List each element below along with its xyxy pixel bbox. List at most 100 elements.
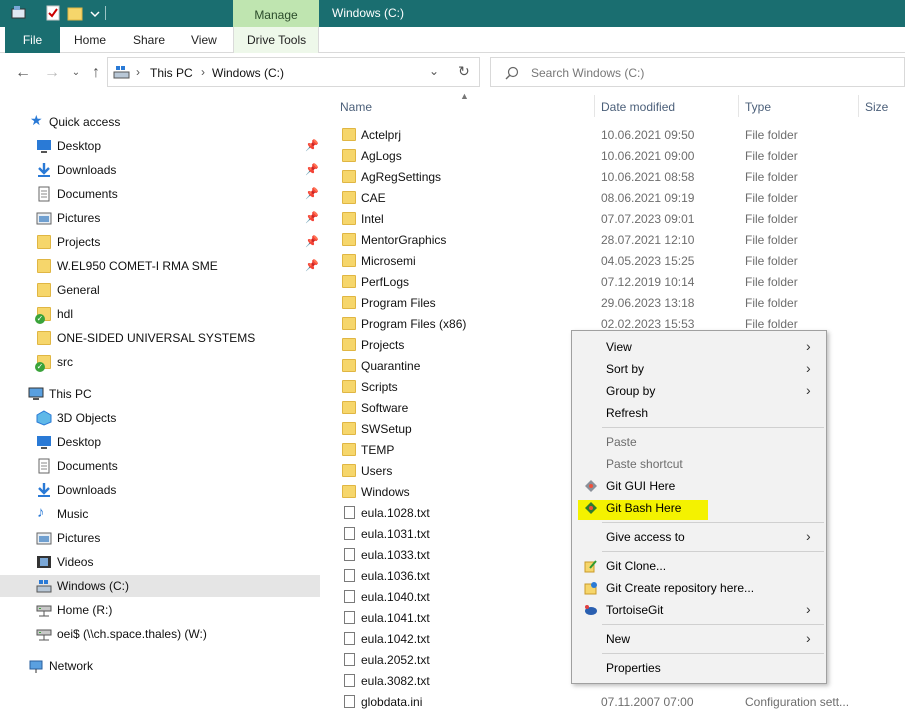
nav-item-general[interactable]: General	[0, 279, 320, 301]
nav-item-pc-pictures[interactable]: Pictures	[0, 527, 320, 549]
tab-manage[interactable]: Manage	[233, 0, 319, 27]
pin-icon[interactable]: 📌	[305, 259, 319, 272]
nav-item-pc-documents[interactable]: Documents	[0, 455, 320, 477]
column-header-date[interactable]: Date modified	[601, 100, 675, 114]
back-arrow-icon[interactable]: ←	[13, 63, 33, 83]
file-name: Quarantine	[361, 359, 421, 373]
menu-item-git-clone[interactable]: Git Clone...	[572, 555, 826, 577]
column-header-name[interactable]: Name	[340, 100, 372, 114]
column-divider[interactable]	[738, 95, 739, 117]
file-date-modified: 10.06.2021 08:58	[601, 170, 695, 184]
menu-label: Git GUI Here	[606, 479, 676, 493]
nav-item-windows-c[interactable]: Windows (C:)	[0, 575, 320, 597]
file-row[interactable]: AgLogs 10.06.2021 09:00 File folder	[323, 146, 905, 167]
column-divider[interactable]	[594, 95, 595, 117]
properties-icon[interactable]	[10, 4, 28, 22]
file-row[interactable]: CAE 08.06.2021 09:19 File folder	[323, 188, 905, 209]
file-row[interactable]: Microsemi 04.05.2023 15:25 File folder	[323, 251, 905, 272]
file-date-modified: 07.11.2007 07:00	[601, 695, 694, 709]
menu-item-new[interactable]: New ›	[572, 628, 826, 650]
folder-icon	[342, 317, 356, 330]
nav-item-one-sided[interactable]: ONE-SIDED UNIVERSAL SYSTEMS	[0, 327, 320, 349]
menu-label: View	[606, 340, 632, 354]
nav-item-music[interactable]: ♪ Music	[0, 503, 320, 525]
recent-locations-chevron-icon[interactable]: ⌄	[66, 63, 86, 83]
menu-item-git-bash[interactable]: Git Bash Here	[572, 497, 826, 519]
nav-quick-access[interactable]: ★ Quick access	[0, 111, 320, 133]
nav-label: hdl	[57, 307, 74, 321]
nav-item-src[interactable]: ✓ src	[0, 351, 320, 373]
up-arrow-icon[interactable]: ↑	[86, 63, 106, 83]
new-folder-icon[interactable]	[66, 4, 84, 22]
search-input[interactable]: Search Windows (C:)	[490, 57, 905, 87]
tab-drive-tools[interactable]: Drive Tools	[247, 27, 306, 53]
pin-icon[interactable]: 📌	[305, 235, 319, 248]
column-divider[interactable]	[858, 95, 859, 117]
music-note-icon: ♪	[37, 504, 45, 521]
nav-this-pc[interactable]: This PC	[0, 383, 320, 405]
nav-item-documents[interactable]: Documents 📌	[0, 183, 320, 205]
nav-item-home-r[interactable]: Home (R:)	[0, 599, 320, 621]
pin-icon[interactable]: 📌	[305, 139, 319, 152]
tab-view[interactable]: View	[191, 27, 217, 53]
file-row[interactable]: Actelprj 10.06.2021 09:50 File folder	[323, 125, 905, 146]
menu-label: Git Create repository here...	[606, 581, 755, 595]
forward-arrow-icon[interactable]: →	[42, 63, 62, 83]
address-bar[interactable]: › This PC › Windows (C:) ⌄ ↻	[107, 57, 480, 87]
menu-item-sort-by[interactable]: Sort by ›	[572, 358, 826, 380]
menu-item-paste[interactable]: Paste	[572, 431, 826, 453]
nav-item-videos[interactable]: Videos	[0, 551, 320, 573]
file-name: Projects	[361, 338, 405, 352]
nav-item-hdl[interactable]: ✓ hdl	[0, 303, 320, 325]
nav-item-pc-desktop[interactable]: Desktop	[0, 431, 320, 453]
menu-item-properties[interactable]: Properties	[572, 657, 826, 679]
file-row[interactable]: MentorGraphics 28.07.2021 12:10 File folde…	[323, 230, 905, 251]
breadcrumb-windows-c[interactable]: Windows (C:)	[212, 66, 284, 80]
nav-item-pictures[interactable]: Pictures 📌	[0, 207, 320, 229]
pin-icon[interactable]: 📌	[305, 211, 319, 224]
breadcrumb-separator[interactable]: ›	[201, 65, 205, 79]
file-row[interactable]: Program Files 29.06.2023 13:18 File folder	[323, 293, 905, 314]
pin-icon[interactable]: 📌	[305, 163, 319, 176]
menu-item-refresh[interactable]: Refresh	[572, 402, 826, 424]
address-dropdown-chevron-icon[interactable]: ⌄	[429, 64, 439, 78]
nav-item-oei-w[interactable]: oei$ (\\ch.space.thales) (W:)	[0, 623, 320, 645]
nav-item-pc-downloads[interactable]: Downloads	[0, 479, 320, 501]
column-header-type[interactable]: Type	[745, 100, 771, 114]
folder-icon	[342, 485, 356, 498]
menu-item-view[interactable]: View ›	[572, 336, 826, 358]
tab-share[interactable]: Share	[133, 27, 165, 53]
file-date-modified: 02.02.2023 15:53	[601, 317, 695, 331]
menu-item-git-gui[interactable]: Git GUI Here	[572, 475, 826, 497]
git-status-check-icon: ✓	[35, 362, 45, 372]
file-row[interactable]: globdata.ini 07.11.2007 07:00 Configuratio…	[323, 692, 905, 713]
menu-item-tortoisegit[interactable]: TortoiseGit ›	[572, 599, 826, 621]
chevron-down-icon[interactable]	[86, 4, 104, 22]
menu-item-paste-shortcut[interactable]: Paste shortcut	[572, 453, 826, 475]
tab-home[interactable]: Home	[74, 27, 106, 53]
file-name: eula.3082.txt	[361, 674, 430, 688]
nav-item-desktop[interactable]: Desktop 📌	[0, 135, 320, 157]
file-row[interactable]: AgRegSettings 10.06.2021 08:58 File folder	[323, 167, 905, 188]
nav-item-3d-objects[interactable]: 3D Objects	[0, 407, 320, 429]
pin-icon[interactable]: 📌	[305, 187, 319, 200]
folder-icon	[342, 338, 356, 351]
nav-item-projects[interactable]: Projects 📌	[0, 231, 320, 253]
menu-item-give-access[interactable]: Give access to ›	[572, 526, 826, 548]
breadcrumb-separator[interactable]: ›	[136, 65, 140, 79]
nav-network[interactable]: Network	[0, 655, 320, 677]
refresh-icon[interactable]: ↻	[458, 63, 470, 80]
nav-item-wel950[interactable]: W.EL950 COMET-I RMA SME 📌	[0, 255, 320, 277]
tab-file[interactable]: File	[5, 27, 60, 53]
file-row[interactable]: PerfLogs 07.12.2019 10:14 File folder	[323, 272, 905, 293]
documents-icon	[38, 458, 50, 474]
menu-item-git-create-repo[interactable]: Git Create repository here...	[572, 577, 826, 599]
breadcrumb-this-pc[interactable]: This PC	[150, 66, 193, 80]
nav-label: Home (R:)	[57, 603, 113, 617]
file-row[interactable]: Intel 07.07.2023 09:01 File folder	[323, 209, 905, 230]
checklist-icon[interactable]	[44, 4, 62, 22]
nav-item-downloads[interactable]: Downloads 📌	[0, 159, 320, 181]
column-header-size[interactable]: Size	[865, 100, 888, 114]
file-name: Program Files (x86)	[361, 317, 467, 331]
menu-item-group-by[interactable]: Group by ›	[572, 380, 826, 402]
